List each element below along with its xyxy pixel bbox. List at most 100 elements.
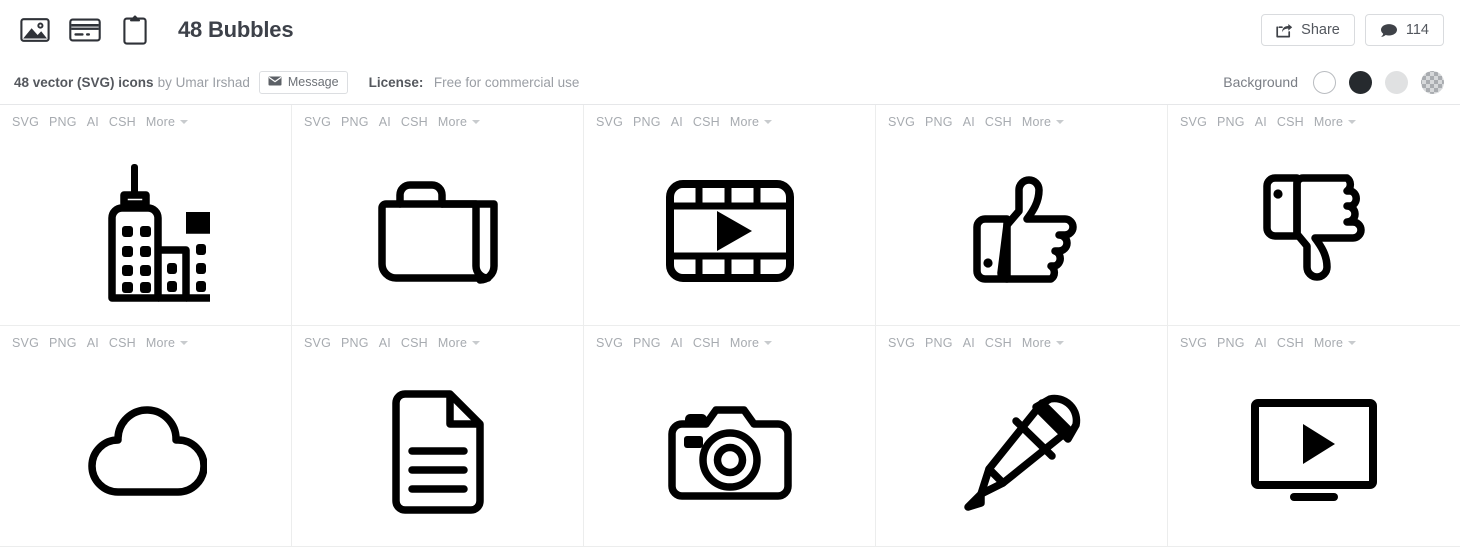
format-link-ai[interactable]: AI [379,115,391,129]
share-button[interactable]: Share [1261,14,1355,46]
format-more-label: More [145,115,176,129]
format-link-csh[interactable]: CSH [401,336,428,350]
format-link-more[interactable]: More [1022,336,1065,350]
background-swatch-gray[interactable] [1385,70,1408,94]
top-bar: 48 Bubbles Share 114 [0,0,1460,60]
icon-cell[interactable]: SVG PNG AI CSH More [1168,326,1460,547]
buildings-icon [0,137,291,325]
kind-icon-group [18,14,152,46]
format-link-ai[interactable]: AI [963,336,975,350]
format-link-csh[interactable]: CSH [109,115,136,129]
format-link-csh[interactable]: CSH [985,115,1012,129]
format-link-ai[interactable]: AI [671,115,683,129]
format-link-csh[interactable]: CSH [1277,115,1304,129]
format-link-more[interactable]: More [438,336,481,350]
license-label: License: [368,74,424,90]
format-link-svg[interactable]: SVG [888,336,915,350]
icon-cell[interactable]: SVG PNG AI CSH More [584,105,876,326]
format-more-label: More [145,336,176,350]
icon-cell[interactable]: SVG PNG AI CSH More [876,326,1168,547]
chevron-down-icon [180,120,189,124]
format-link-csh[interactable]: CSH [401,115,428,129]
format-link-csh[interactable]: CSH [1277,336,1304,350]
background-swatch-transparent[interactable] [1421,71,1444,94]
thumbs-down-icon [1168,137,1460,325]
format-links: SVG PNG AI CSH More [12,115,189,129]
format-link-ai[interactable]: AI [963,115,975,129]
format-link-svg[interactable]: SVG [888,115,915,129]
icon-cell[interactable]: SVG PNG AI CSH More [876,105,1168,326]
film-play-icon [584,137,875,325]
format-link-png[interactable]: PNG [925,115,953,129]
format-link-png[interactable]: PNG [49,336,77,350]
cloud-icon [0,358,291,546]
icon-cell[interactable]: SVG PNG AI CSH More [292,326,584,547]
format-link-png[interactable]: PNG [925,336,953,350]
envelope-icon [268,76,282,89]
format-link-more[interactable]: More [145,115,189,129]
format-link-ai[interactable]: AI [671,336,683,350]
format-link-png[interactable]: PNG [49,115,77,129]
format-link-csh[interactable]: CSH [693,336,720,350]
format-link-ai[interactable]: AI [87,336,99,350]
format-link-more[interactable]: More [1314,336,1357,350]
format-link-png[interactable]: PNG [341,336,369,350]
comments-count: 114 [1405,21,1429,38]
document-icon [292,358,583,546]
message-button[interactable]: Message [258,70,348,94]
format-link-more[interactable]: More [730,115,773,129]
format-link-csh[interactable]: CSH [985,336,1012,350]
format-link-csh[interactable]: CSH [693,115,720,129]
format-links: SVG PNG AI CSH More [596,115,773,129]
format-more-label: More [437,115,468,129]
format-more-label: More [1313,115,1344,129]
meta-bar: 48 vector (SVG) icons by Umar Irshad Mes… [0,60,1460,105]
format-link-svg[interactable]: SVG [12,115,39,129]
background-swatch-black[interactable] [1349,70,1372,94]
format-link-more[interactable]: More [437,115,481,129]
format-link-svg[interactable]: SVG [596,336,623,350]
format-link-csh[interactable]: CSH [109,336,136,350]
format-link-png[interactable]: PNG [633,336,661,350]
card-icon[interactable] [68,14,102,46]
format-link-png[interactable]: PNG [1217,336,1245,350]
icon-grid: SVG PNG AI CSH More SVG PNG AI CSH More … [0,105,1460,547]
license-value: Free for commercial use [433,74,580,90]
format-link-ai[interactable]: AI [1255,336,1267,350]
format-link-svg[interactable]: SVG [596,115,623,129]
chevron-down-icon [764,120,773,124]
share-icon [1276,23,1293,38]
format-link-png[interactable]: PNG [633,115,661,129]
format-links: SVG PNG AI CSH More [1180,336,1357,350]
top-bar-actions: Share 114 [1261,14,1444,46]
format-link-more[interactable]: More [730,336,773,350]
format-link-more[interactable]: More [145,336,189,350]
format-link-more[interactable]: More [1022,115,1065,129]
clipboard-icon[interactable] [118,14,152,46]
comments-button[interactable]: 114 [1364,14,1444,46]
format-links: SVG PNG AI CSH More [304,336,481,350]
format-link-svg[interactable]: SVG [304,336,331,350]
icon-cell[interactable]: SVG PNG AI CSH More [292,105,584,326]
format-links: SVG PNG AI CSH More [1180,115,1357,129]
format-link-more[interactable]: More [1313,115,1357,129]
icon-cell[interactable]: SVG PNG AI CSH More [0,105,292,326]
tv-play-icon [1168,358,1460,546]
format-link-png[interactable]: PNG [1217,115,1245,129]
background-swatch-white[interactable] [1313,70,1336,94]
format-link-png[interactable]: PNG [341,115,369,129]
format-link-svg[interactable]: SVG [1180,115,1207,129]
format-link-ai[interactable]: AI [87,115,99,129]
format-link-ai[interactable]: AI [379,336,391,350]
message-button-label: Message [287,74,339,89]
format-links: SVG PNG AI CSH More [596,336,773,350]
format-link-svg[interactable]: SVG [304,115,331,129]
format-link-svg[interactable]: SVG [12,336,39,350]
icon-cell[interactable]: SVG PNG AI CSH More [584,326,876,547]
background-picker: Background [1223,70,1444,94]
format-link-ai[interactable]: AI [1255,115,1267,129]
image-icon[interactable] [18,14,52,46]
format-link-svg[interactable]: SVG [1180,336,1207,350]
icon-cell[interactable]: SVG PNG AI CSH More [0,326,292,547]
icon-cell[interactable]: SVG PNG AI CSH More [1168,105,1460,326]
